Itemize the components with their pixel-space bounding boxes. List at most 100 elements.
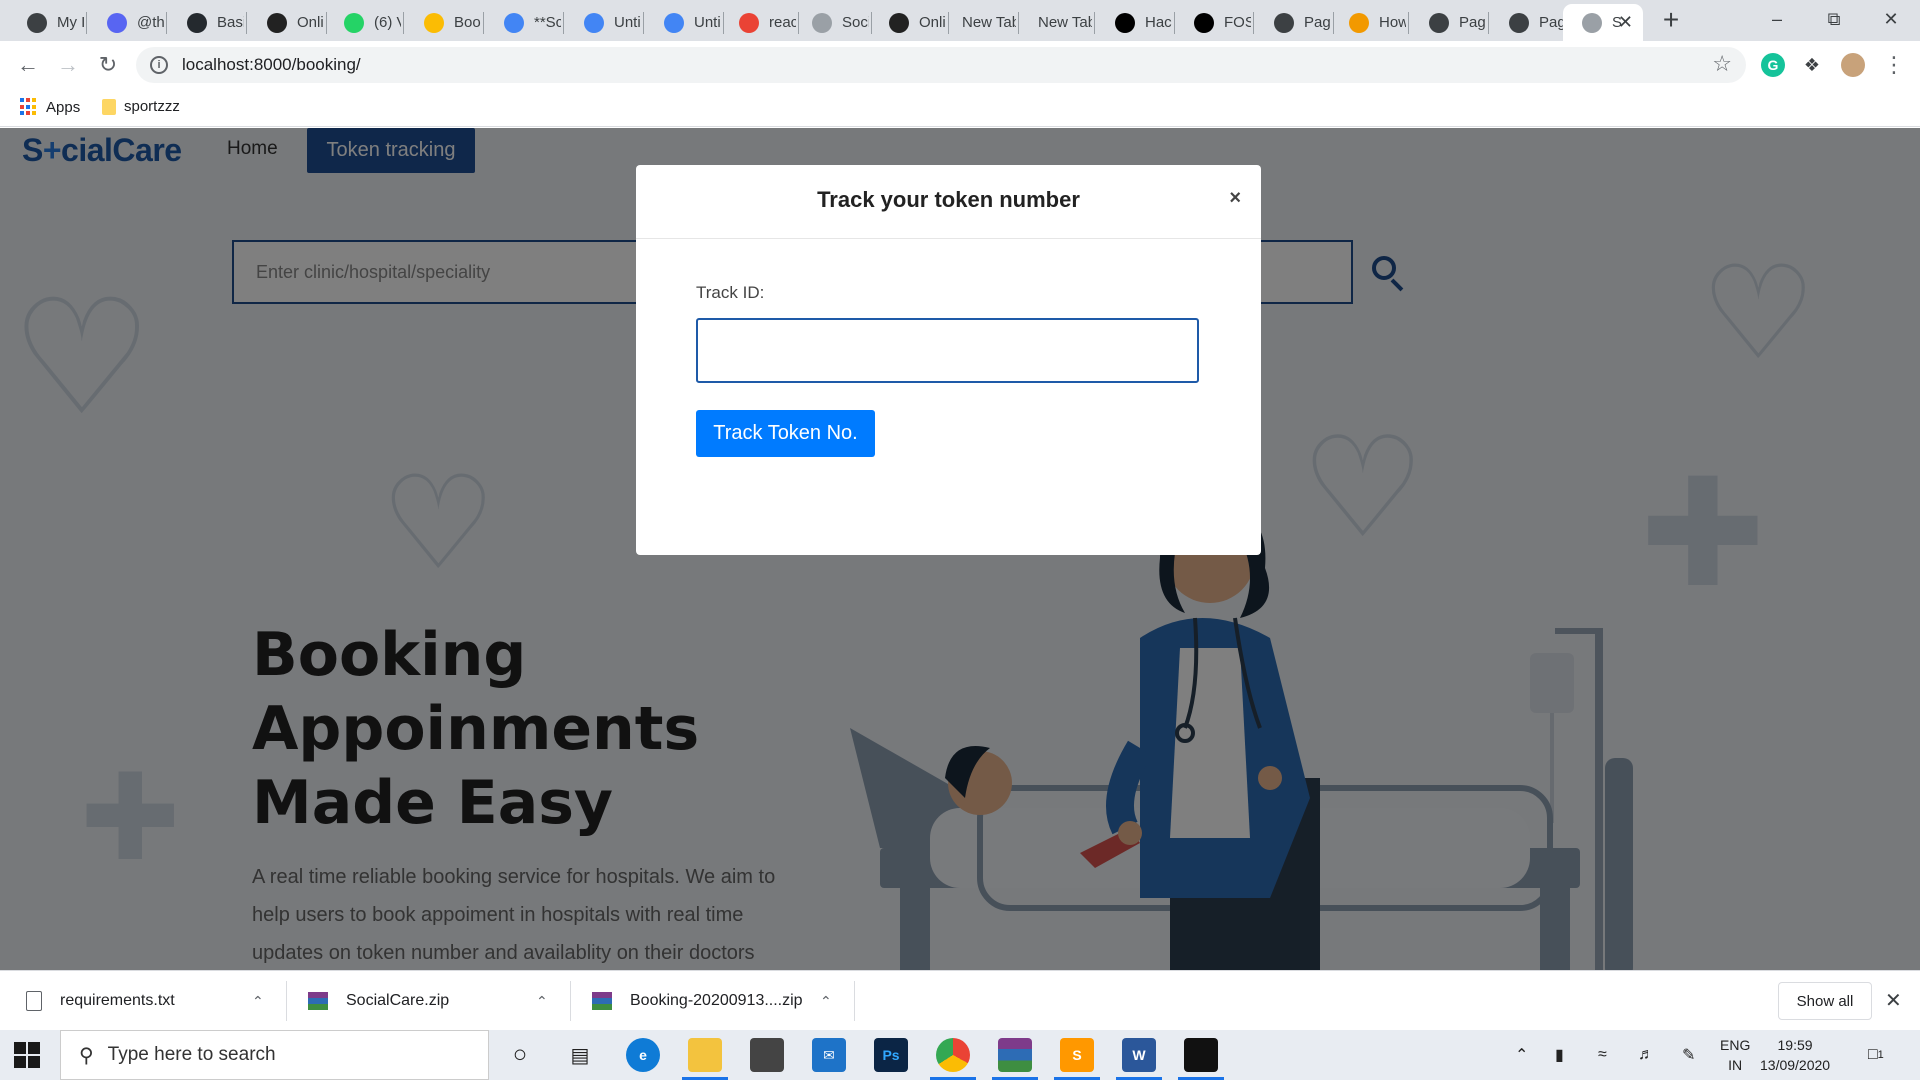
bookmarks-bar: Apps sportzzz	[0, 89, 1920, 127]
tab-title: @th	[137, 14, 164, 31]
docs-icon	[664, 12, 684, 33]
browser-tab[interactable]: Onli	[248, 4, 324, 41]
browser-tab[interactable]: How	[1330, 4, 1406, 41]
winrar-icon[interactable]	[992, 1038, 1038, 1080]
wifi-icon[interactable]: ≈	[1598, 1030, 1607, 1080]
bookmark-apps[interactable]: Apps	[20, 98, 80, 116]
back-icon[interactable]: ←	[12, 49, 44, 81]
browser-tab[interactable]: Boo	[405, 4, 481, 41]
edge-icon[interactable]: e	[626, 1038, 660, 1072]
browser-tab[interactable]: S ✕	[1563, 4, 1643, 41]
cortana-icon[interactable]: ○	[503, 1038, 537, 1072]
close-icon[interactable]: ✕	[1885, 988, 1902, 1013]
track-token-button[interactable]: Track Token No.	[696, 410, 875, 457]
browser-tab[interactable]: Onli	[870, 4, 946, 41]
browser-tab[interactable]: Hac	[1096, 4, 1172, 41]
browser-tab[interactable]: (6) V	[325, 4, 401, 41]
browser-tab[interactable]: reac	[720, 4, 796, 41]
browser-tab[interactable]: Pag	[1410, 4, 1486, 41]
grammarly-icon[interactable]: G	[1761, 53, 1785, 77]
tab-title: reac	[769, 14, 796, 31]
browser-tab[interactable]: @th	[88, 4, 164, 41]
fu-icon	[1115, 12, 1135, 33]
browser-tab[interactable]: Unti	[565, 4, 641, 41]
d-icon	[889, 12, 909, 33]
browser-toolbar: ← → ↻ i localhost:8000/booking/ ☆ G ❖ ⋮	[0, 41, 1920, 89]
download-filename: requirements.txt	[60, 992, 175, 1009]
socialcare-icon	[1582, 12, 1602, 33]
tab-title: New Tab	[1038, 14, 1092, 31]
pen-icon[interactable]: ✎	[1682, 1030, 1695, 1080]
browser-tab[interactable]: New Tab	[940, 4, 1016, 41]
track-id-input[interactable]	[696, 318, 1199, 383]
close-icon[interactable]: ✕	[1618, 12, 1633, 33]
close-icon[interactable]: ✕	[1862, 0, 1920, 38]
tab-title: (6) V	[374, 14, 401, 31]
browser-tab[interactable]: Basi	[168, 4, 244, 41]
track-token-modal: Track your token number × Track ID: Trac…	[636, 165, 1261, 555]
tab-title: Pag	[1539, 14, 1566, 31]
tab-title: Basi	[217, 14, 244, 31]
chrome-menu-icon[interactable]: ⋮	[1878, 49, 1910, 81]
url-text[interactable]: localhost:8000/booking/	[182, 55, 361, 75]
extensions-puzzle-icon[interactable]: ❖	[1800, 53, 1824, 77]
close-icon[interactable]: ×	[1229, 187, 1241, 210]
tab-title: Unti	[694, 14, 721, 31]
address-bar[interactable]: i localhost:8000/booking/ ☆	[136, 47, 1746, 83]
tab-title: Onli	[297, 14, 324, 31]
chevron-up-icon[interactable]: ⌃	[536, 993, 548, 1010]
discord-icon	[107, 12, 127, 33]
browser-tab[interactable]: Pag	[1490, 4, 1566, 41]
store-icon[interactable]	[750, 1038, 784, 1072]
chevron-up-icon[interactable]: ⌃	[820, 993, 832, 1010]
minimize-icon[interactable]: –	[1748, 0, 1806, 38]
page-viewport: ♡ ♡ ♡ ✚ ✚ ♡ S+cialCare Home Token tracki…	[0, 128, 1920, 970]
browser-tab[interactable]: New Tab	[1016, 4, 1092, 41]
reload-icon[interactable]: ↻	[92, 49, 124, 81]
notification-center-icon[interactable]: □ 1	[1868, 1030, 1884, 1080]
battery-icon[interactable]: ▮	[1555, 1030, 1564, 1080]
web-icon	[1274, 12, 1294, 33]
tab-title: Boo	[454, 14, 481, 31]
folder-icon	[102, 98, 116, 115]
browser-tab[interactable]: Soci	[793, 4, 869, 41]
taskbar-search-box[interactable]: ⚲ Type here to search	[60, 1030, 489, 1080]
download-item[interactable]: requirements.txt ⌃	[26, 971, 276, 1031]
windows-start-icon[interactable]	[14, 1042, 40, 1068]
download-item[interactable]: SocialCare.zip ⌃	[308, 971, 558, 1031]
terminal-icon[interactable]	[1178, 1038, 1224, 1080]
system-clock[interactable]: 19:59 13/09/2020	[1760, 1035, 1830, 1075]
volume-icon[interactable]: ♬	[1638, 1030, 1654, 1080]
browser-tab[interactable]: My I	[8, 4, 84, 41]
browser-tab[interactable]: **Sc	[485, 4, 561, 41]
task-view-icon[interactable]: ▤	[563, 1038, 597, 1072]
bookmark-sportzzz[interactable]: sportzzz	[102, 98, 180, 115]
text-file-icon	[26, 991, 42, 1011]
new-tab-icon[interactable]: +	[1656, 6, 1686, 36]
browser-tab[interactable]: FOS	[1175, 4, 1251, 41]
show-all-downloads-button[interactable]: Show all	[1778, 982, 1872, 1020]
file-explorer-icon[interactable]	[682, 1038, 728, 1080]
tab-title: FOS	[1224, 14, 1251, 31]
bookmark-star-icon[interactable]: ☆	[1712, 51, 1732, 77]
language-indicator[interactable]: ENG IN	[1720, 1035, 1750, 1075]
mail-icon[interactable]: ✉	[812, 1038, 846, 1072]
web-icon	[1509, 12, 1529, 33]
pen-icon	[1349, 12, 1369, 33]
browser-tab[interactable]: Pag	[1255, 4, 1331, 41]
restore-icon[interactable]: ⧉	[1805, 0, 1863, 38]
github-icon	[187, 12, 207, 33]
docs-icon	[584, 12, 604, 33]
forward-icon[interactable]: →	[52, 49, 84, 81]
photoshop-icon[interactable]: Ps	[874, 1038, 908, 1072]
chevron-up-icon[interactable]: ⌃	[1515, 1030, 1528, 1080]
chevron-up-icon[interactable]: ⌃	[252, 993, 264, 1010]
profile-avatar[interactable]	[1841, 53, 1865, 77]
tab-title: Pag	[1304, 14, 1331, 31]
sublime-icon[interactable]: S	[1054, 1038, 1100, 1080]
word-icon[interactable]: W	[1116, 1038, 1162, 1080]
chrome-icon[interactable]	[930, 1038, 976, 1080]
browser-tab[interactable]: Unti	[645, 4, 721, 41]
site-info-icon[interactable]: i	[150, 56, 168, 74]
download-item[interactable]: Booking-20200913....zip ⌃	[592, 971, 842, 1031]
